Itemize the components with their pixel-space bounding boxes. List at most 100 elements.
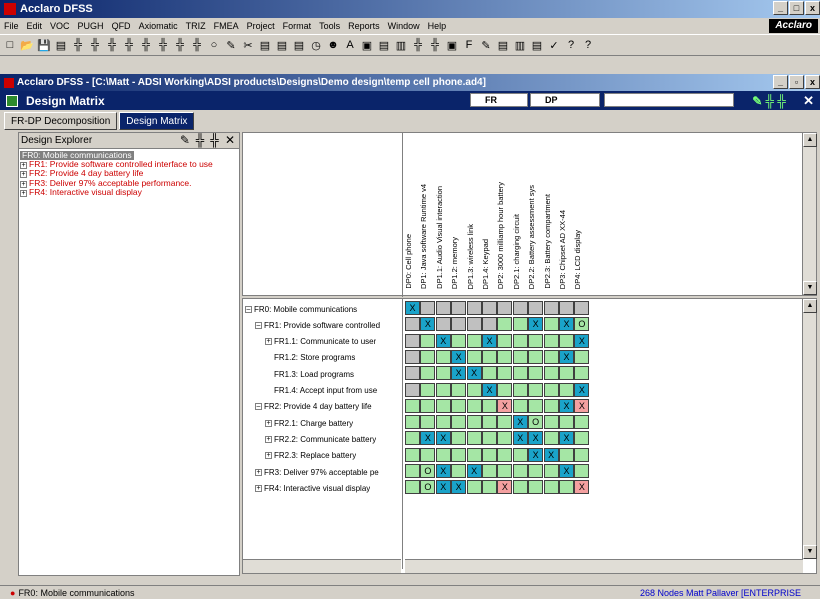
matrix-cell[interactable] [574,415,590,430]
fr-row[interactable]: + FR1.1: Communicate to user [265,334,376,350]
matrix-cell[interactable] [435,415,451,430]
toolbar-button-6[interactable]: ╬ [104,37,120,53]
tool-icons[interactable]: ✎ ╬ ╬ [752,94,786,108]
matrix-cell[interactable] [420,447,436,462]
tree-icon[interactable]: ╬ [196,133,205,147]
fr-row[interactable]: FR1.3: Load programs [265,366,354,382]
dp-column-label[interactable]: DP2.2: Battery assessment sys [527,185,536,289]
fr-row[interactable]: + FR2.1: Charge battery [265,415,353,431]
matrix-cell[interactable]: O [528,415,544,430]
matrix-cell[interactable] [559,333,574,348]
toolbar-button-29[interactable]: ▤ [495,37,511,53]
matrix-cell[interactable] [420,415,436,430]
expand-icon[interactable]: – [245,305,252,313]
doc-minimize-button[interactable]: _ [773,75,788,89]
toolbar-button-14[interactable]: ✂ [240,37,256,53]
close-panel-icon[interactable]: ✕ [803,93,814,109]
matrix-cell[interactable] [512,480,528,495]
matrix-cell[interactable] [528,366,544,381]
matrix-cell[interactable] [512,464,528,478]
toolbar-button-8[interactable]: ╬ [138,37,154,53]
toolbar-button-1[interactable]: 📂 [19,37,35,53]
matrix-cell[interactable] [435,398,451,413]
expand-icon[interactable]: + [20,171,27,179]
matrix-cell[interactable] [543,333,559,348]
close-button[interactable]: x [805,1,820,15]
matrix-cell[interactable] [482,415,497,430]
matrix-cell[interactable] [574,464,590,478]
matrix-cell[interactable] [497,333,513,348]
matrix-cell[interactable] [497,317,513,332]
matrix-cell[interactable] [466,382,482,397]
matrix-cell[interactable]: X [528,431,544,446]
matrix-cell[interactable] [466,447,482,462]
expand-icon[interactable]: + [265,338,272,346]
matrix-cell[interactable] [512,366,528,381]
matrix-cell[interactable] [405,317,420,332]
matrix-cell[interactable]: X [497,480,513,495]
matrix-cell[interactable] [405,431,420,446]
toolbar-button-5[interactable]: ╬ [87,37,103,53]
toolbar-button-7[interactable]: ╬ [121,37,137,53]
matrix-cell[interactable] [420,366,436,381]
matrix-cell[interactable] [451,431,467,446]
menu-item-voc[interactable]: VOC [50,21,70,31]
matrix-cell[interactable]: X [559,431,574,446]
matrix-cell[interactable]: X [451,480,467,495]
matrix-cell[interactable] [405,464,420,478]
matrix-cell[interactable] [559,382,574,397]
tab-fr-dp-decomposition[interactable]: FR-DP Decomposition [4,112,118,130]
expand-icon[interactable]: + [20,162,27,170]
matrix-cell[interactable] [451,301,467,315]
tab-design-matrix[interactable]: Design Matrix [119,112,195,130]
toolbar-button-21[interactable]: ▣ [359,37,375,53]
matrix-cell[interactable] [574,431,590,446]
fr-row[interactable]: + FR2.3: Replace battery [265,448,356,464]
matrix-cell[interactable] [420,333,436,348]
matrix-cell[interactable] [512,382,528,397]
menu-item-axiomatic[interactable]: Axiomatic [139,21,178,31]
matrix-cell[interactable]: O [420,464,436,478]
matrix-cell[interactable] [512,317,528,332]
fr-row[interactable]: – FR1: Provide software controlled [255,317,380,333]
matrix-cell[interactable] [451,317,467,332]
toolbar-button-3[interactable]: ▤ [53,37,69,53]
tree-add-icon[interactable]: ╬ [210,133,219,147]
matrix-cell[interactable] [528,333,544,348]
matrix-hscrollbar[interactable] [405,559,803,573]
dp-column-label[interactable]: DP2: 3000 milliamp hour battery [496,182,505,289]
matrix-cell[interactable]: X [435,480,451,495]
matrix-cell[interactable] [482,301,497,315]
menu-item-help[interactable]: Help [428,21,447,31]
matrix-cell[interactable] [497,349,513,364]
matrix-cell[interactable] [435,301,451,315]
matrix-cell[interactable] [405,382,420,397]
matrix-cell[interactable] [466,398,482,413]
toolbar-button-34[interactable]: ? [580,37,596,53]
matrix-cell[interactable] [466,349,482,364]
tree-hscrollbar[interactable] [243,559,401,573]
matrix-cell[interactable] [543,382,559,397]
matrix-cell[interactable] [559,301,574,315]
matrix-cell[interactable]: X [559,398,574,413]
toolbar-button-2[interactable]: 💾 [36,37,52,53]
matrix-cell[interactable] [528,464,544,478]
matrix-scrollbar[interactable]: ▲ ▼ [802,299,817,559]
toolbar-button-22[interactable]: ▤ [376,37,392,53]
matrix-cell[interactable] [559,415,574,430]
menu-item-fmea[interactable]: FMEA [214,21,239,31]
fr-row[interactable]: FR1.4: Accept input from use [265,383,377,399]
matrix-cell[interactable]: X [574,480,590,495]
matrix-cell[interactable] [574,447,590,462]
matrix-cell[interactable]: X [574,333,590,348]
toolbar-button-9[interactable]: ╬ [155,37,171,53]
matrix-cell[interactable]: X [420,431,436,446]
matrix-cell[interactable] [482,464,497,478]
close-icon[interactable]: ✕ [225,133,235,147]
toolbar-button-33[interactable]: ? [563,37,579,53]
matrix-cell[interactable] [405,349,420,364]
dp-column-label[interactable]: DP1.4: Keypad [481,239,490,289]
toolbar-button-13[interactable]: ✎ [223,37,239,53]
dp-select[interactable]: DP [530,93,600,107]
matrix-cell[interactable]: X [466,464,482,478]
